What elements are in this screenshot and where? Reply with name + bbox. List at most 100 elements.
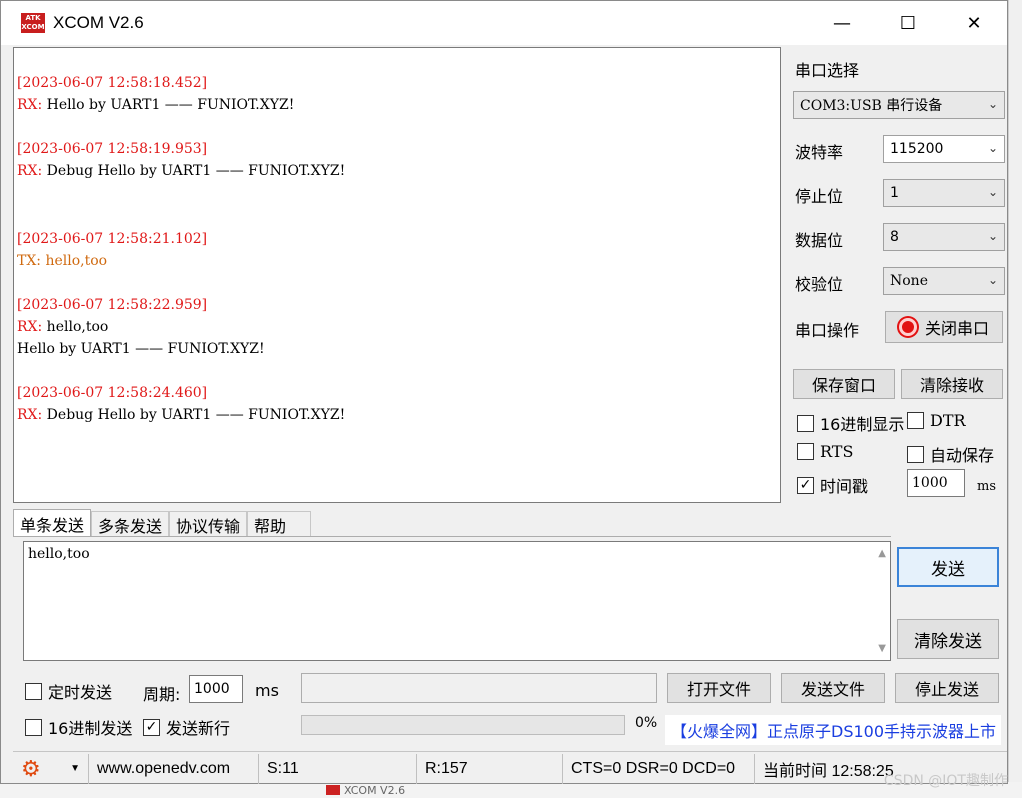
checkbox-box (907, 445, 924, 463)
hex-display-checkbox[interactable]: 16进制显示 (797, 411, 904, 435)
send-newline-checkbox[interactable]: ✓ 发送新行 (143, 715, 230, 739)
stop-bits-label: 停止位 (795, 187, 844, 206)
open-file-button[interactable]: 打开文件 (667, 673, 771, 703)
tab-divider (13, 536, 891, 537)
received-count: R:157 (417, 753, 563, 784)
scroll-up-icon[interactable]: ▲ (878, 548, 886, 559)
sent-count: S:11 (259, 753, 417, 784)
stop-bits-select[interactable]: 1 ⌄ (883, 179, 1005, 207)
current-time: 当前时间 12:58:25 (763, 762, 894, 780)
period-label: 周期: (143, 685, 181, 704)
log-line: Hello by UART1 —— FUNIOT.XYZ! (17, 338, 780, 360)
tab-single-send[interactable]: 单条发送 (13, 509, 92, 537)
hex-send-label: 16进制发送 (48, 719, 133, 738)
port-select-value: COM3:USB 串行设备 (800, 98, 943, 114)
check-icon: ✓ (143, 718, 160, 736)
checkbox-box (907, 412, 924, 429)
clear-receive-button[interactable]: 清除接收 (901, 369, 1003, 399)
timed-send-label: 定时发送 (48, 683, 113, 702)
log-entry: [2023-06-07 12:58:21.102] TX: hello,too (17, 228, 780, 272)
status-bar: ⚙ ▼ www.openedv.com S:11 R:157 CTS=0 DSR… (13, 751, 1007, 785)
close-port-label: 关闭串口 (924, 319, 989, 338)
xcom-window: ATK XCOM XCOM V2.6 — ☐ ✕ [2023-06-07 12:… (0, 0, 1008, 784)
settings-menu[interactable]: ⚙ ▼ (13, 753, 89, 784)
log-timestamp: [2023-06-07 12:58:24.460] (17, 385, 208, 401)
scroll-down-icon[interactable]: ▼ (878, 643, 886, 654)
receive-area[interactable]: [2023-06-07 12:58:18.452] RX: Hello by UA… (13, 47, 781, 503)
log-message: hello,too (41, 253, 108, 269)
timestamp-interval-input[interactable]: 1000 (907, 469, 965, 497)
clear-send-button[interactable]: 清除发送 (897, 619, 999, 659)
log-line: RX: Hello by UART1 —— FUNIOT.XYZ! (17, 94, 780, 116)
data-bits-select[interactable]: 8 ⌄ (883, 223, 1005, 251)
port-op-label: 串口操作 (795, 321, 860, 340)
log-timestamp: [2023-06-07 12:58:22.959] (17, 297, 208, 313)
tab-help[interactable]: 帮助 (247, 511, 312, 537)
log-message: Debug Hello by UART1 —— FUNIOT.XYZ! (42, 407, 346, 423)
title-bar: ATK XCOM XCOM V2.6 — ☐ ✕ (1, 1, 1007, 45)
checkbox-box (25, 682, 42, 700)
log-entry: [2023-06-07 12:58:22.959] RX: hello,too He… (17, 294, 780, 360)
port-select[interactable]: COM3:USB 串行设备 ⌄ (793, 91, 1005, 119)
minimize-button[interactable]: — (809, 1, 875, 45)
log-timestamp: [2023-06-07 12:58:19.953] (17, 141, 208, 157)
log-line: RX: hello,too (17, 316, 780, 338)
send-progress-bar (301, 715, 625, 735)
app-logo-icon (326, 785, 340, 795)
chevron-down-icon: ⌄ (987, 273, 998, 287)
line-status: CTS=0 DSR=0 DCD=0 (563, 753, 755, 784)
stop-send-button[interactable]: 停止发送 (895, 673, 999, 703)
log-direction-label: RX: (17, 319, 43, 335)
log-entry: [2023-06-07 12:58:19.953] RX: Debug Hello… (17, 138, 780, 182)
close-port-button[interactable]: 关闭串口 (885, 311, 1003, 343)
parity-label: 校验位 (795, 275, 844, 294)
rts-checkbox[interactable]: RTS (797, 442, 853, 461)
desktop-background (1008, 0, 1022, 798)
data-bits-label: 数据位 (795, 231, 844, 250)
file-path-field[interactable] (301, 673, 657, 703)
log-message: Hello by UART1 —— FUNIOT.XYZ! (17, 341, 265, 357)
log-timestamp: [2023-06-07 12:58:18.452] (17, 75, 208, 91)
chevron-down-icon: ⌄ (987, 229, 998, 243)
gear-icon: ⚙ (21, 755, 41, 781)
auto-save-checkbox[interactable]: 自动保存 (907, 442, 994, 466)
checkbox-box (797, 414, 814, 432)
parity-select[interactable]: None ⌄ (883, 267, 1005, 295)
log-direction-label: RX: (17, 407, 43, 423)
send-text: hello,too (28, 546, 90, 562)
period-input[interactable]: 1000 (189, 675, 243, 703)
send-input[interactable]: hello,too ▲ ▼ (23, 541, 891, 661)
tab-multi-send[interactable]: 多条发送 (91, 511, 170, 537)
website-link[interactable]: www.openedv.com (89, 753, 259, 784)
maximize-button[interactable]: ☐ (875, 1, 941, 45)
timed-send-checkbox[interactable]: 定时发送 (25, 679, 112, 703)
rts-label: RTS (820, 442, 854, 461)
chevron-down-icon: ⌄ (987, 97, 998, 111)
ad-banner-link[interactable]: 【火爆全网】正点原子DS100手持示波器上市 (665, 715, 1001, 745)
dtr-checkbox[interactable]: DTR (907, 411, 966, 430)
timestamp-label: 时间戳 (820, 477, 869, 496)
log-line: RX: Debug Hello by UART1 —— FUNIOT.XYZ! (17, 404, 780, 426)
save-window-button[interactable]: 保存窗口 (793, 369, 895, 399)
chevron-down-icon: ⌄ (987, 141, 998, 155)
timestamp-checkbox[interactable]: ✓ 时间戳 (797, 473, 868, 497)
tab-protocol[interactable]: 协议传输 (169, 511, 248, 537)
timestamp-unit: ms (977, 479, 996, 494)
hex-display-label: 16进制显示 (820, 415, 905, 434)
app-logo-icon: ATK XCOM (21, 13, 45, 33)
log-direction-label: RX: (17, 163, 43, 179)
parity-value: None (890, 273, 928, 289)
baud-select[interactable]: 115200 ⌄ (883, 135, 1005, 163)
auto-save-label: 自动保存 (930, 446, 995, 465)
log-entry: [2023-06-07 12:58:18.452] RX: Hello by UA… (17, 72, 780, 116)
close-button[interactable]: ✕ (941, 1, 1007, 45)
port-select-label: 串口选择 (795, 61, 860, 80)
send-file-button[interactable]: 发送文件 (781, 673, 885, 703)
baud-value: 115200 (890, 141, 944, 157)
hex-send-checkbox[interactable]: 16进制发送 (25, 715, 132, 739)
background-title-text: XCOM V2.6 (344, 783, 406, 797)
send-button[interactable]: 发送 (897, 547, 999, 587)
window-title: XCOM V2.6 (53, 13, 144, 32)
data-bits-value: 8 (890, 229, 899, 245)
caret-down-icon: ▼ (70, 763, 80, 774)
